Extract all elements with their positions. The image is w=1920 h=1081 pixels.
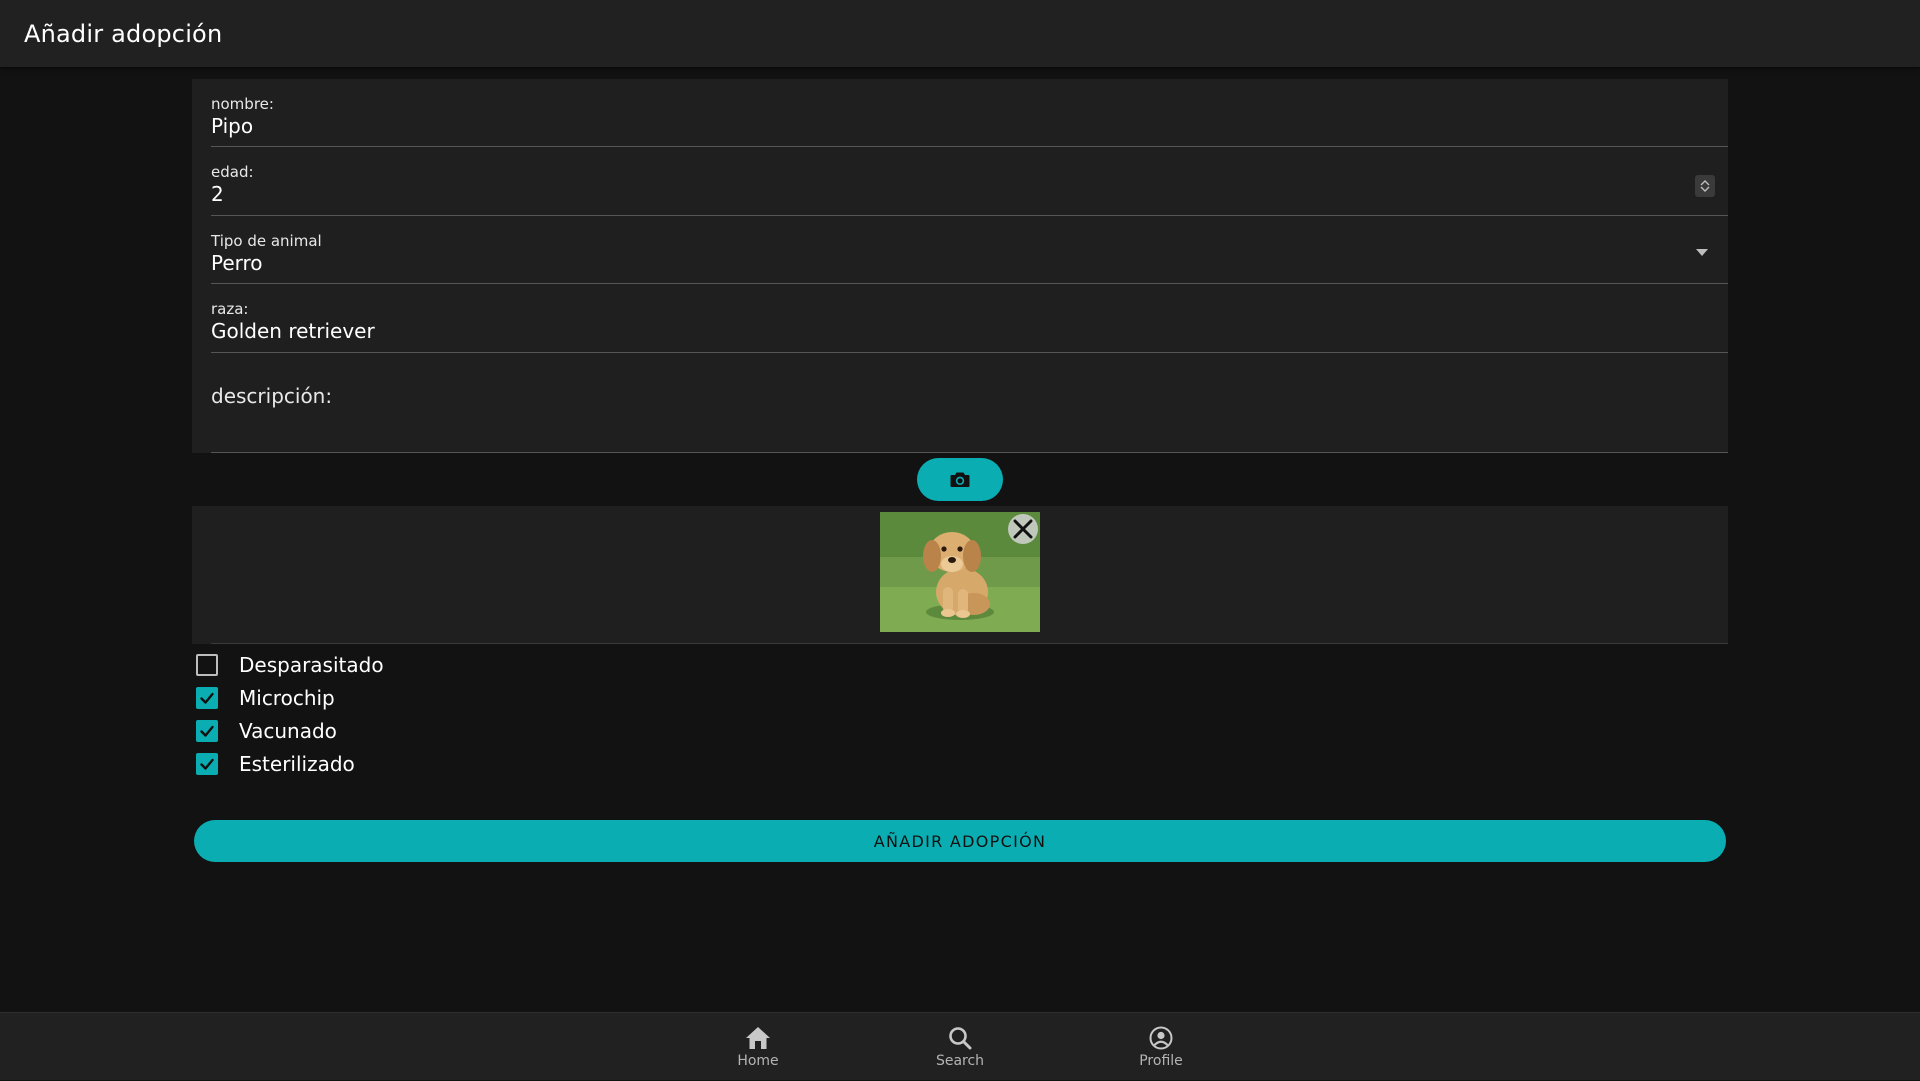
tipo-animal-value[interactable]: Perro bbox=[211, 251, 263, 275]
checkbox-label: Microchip bbox=[239, 685, 335, 710]
nav-search[interactable]: Search bbox=[900, 1013, 1020, 1081]
remove-photo-button[interactable] bbox=[1008, 514, 1038, 544]
checkbox-box[interactable] bbox=[196, 752, 218, 775]
checkbox-esterilizado[interactable]: Esterilizado bbox=[196, 747, 384, 780]
checkbox-microchip[interactable]: Microchip bbox=[196, 681, 384, 714]
descripcion-field[interactable]: descripción: bbox=[211, 353, 1728, 453]
checkbox-label: Desparasitado bbox=[239, 652, 384, 677]
nav-profile[interactable]: Profile bbox=[1101, 1013, 1221, 1081]
descripcion-label: descripción: bbox=[211, 384, 333, 408]
checkbox-label: Esterilizado bbox=[239, 751, 355, 776]
add-photo-button[interactable] bbox=[917, 458, 1003, 501]
checkbox-box[interactable] bbox=[196, 686, 218, 709]
pet-photo bbox=[880, 512, 1040, 632]
checkbox-vacunado[interactable]: Vacunado bbox=[196, 714, 384, 747]
divider bbox=[211, 643, 1728, 644]
chevron-up-icon[interactable] bbox=[1700, 179, 1710, 186]
edad-label: edad: bbox=[211, 163, 254, 181]
nombre-label: nombre: bbox=[211, 95, 274, 113]
health-checkboxes: Desparasitado Microchip Vacunado Esteril… bbox=[196, 648, 384, 780]
checkbox-label: Vacunado bbox=[239, 718, 337, 743]
chevron-down-icon[interactable] bbox=[1700, 186, 1710, 193]
raza-label: raza: bbox=[211, 300, 249, 318]
nav-home-label: Home bbox=[737, 1052, 779, 1069]
check-icon bbox=[200, 758, 214, 770]
photo-gallery bbox=[192, 506, 1728, 644]
tipo-animal-select[interactable]: Tipo de animal Perro bbox=[211, 216, 1728, 284]
raza-input[interactable]: Golden retriever bbox=[211, 319, 375, 343]
nav-profile-label: Profile bbox=[1139, 1052, 1183, 1069]
home-icon bbox=[746, 1026, 770, 1049]
search-icon bbox=[949, 1026, 972, 1049]
edad-input[interactable]: 2 bbox=[211, 182, 224, 206]
nombre-input[interactable]: Pipo bbox=[211, 114, 253, 138]
profile-icon bbox=[1149, 1026, 1173, 1049]
raza-field[interactable]: raza: Golden retriever bbox=[211, 284, 1728, 353]
tipo-animal-label: Tipo de animal bbox=[211, 232, 322, 250]
edad-stepper[interactable] bbox=[1695, 175, 1715, 197]
close-icon bbox=[1013, 519, 1033, 539]
dropdown-arrow-icon[interactable] bbox=[1696, 249, 1708, 256]
bottom-navigation: Home Search Profile bbox=[0, 1012, 1920, 1080]
adoption-form: nombre: Pipo edad: 2 Tipo de animal Perr… bbox=[192, 79, 1728, 453]
add-adoption-button[interactable]: AÑADIR ADOPCIÓN bbox=[194, 820, 1726, 862]
check-icon bbox=[200, 725, 214, 737]
checkbox-box[interactable] bbox=[196, 653, 218, 676]
add-adoption-label: AÑADIR ADOPCIÓN bbox=[873, 831, 1047, 851]
app-bar: Añadir adopción bbox=[0, 0, 1920, 67]
camera-icon bbox=[950, 472, 970, 487]
nombre-field[interactable]: nombre: Pipo bbox=[211, 79, 1728, 147]
checkbox-desparasitado[interactable]: Desparasitado bbox=[196, 648, 384, 681]
edad-field[interactable]: edad: 2 bbox=[211, 147, 1728, 216]
checkbox-box[interactable] bbox=[196, 719, 218, 742]
page-title: Añadir adopción bbox=[24, 19, 223, 48]
nav-home[interactable]: Home bbox=[698, 1013, 818, 1081]
nav-search-label: Search bbox=[935, 1052, 985, 1069]
check-icon bbox=[200, 692, 214, 704]
